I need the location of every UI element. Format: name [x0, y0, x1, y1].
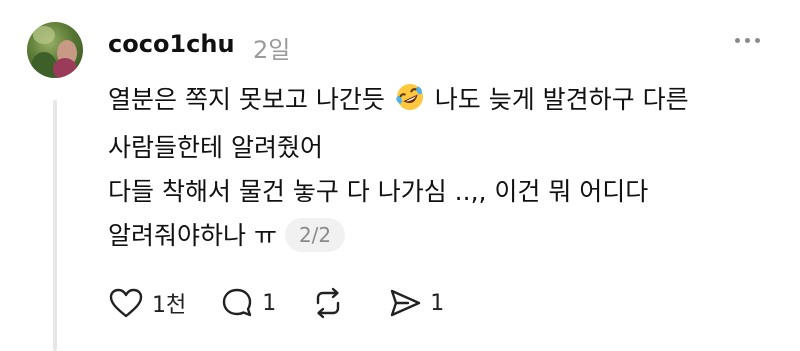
repost-icon — [310, 286, 346, 320]
more-options-icon[interactable] — [735, 38, 760, 43]
heart-icon — [108, 287, 144, 319]
reply-button[interactable]: 1 — [220, 286, 276, 320]
page-indicator: 2/2 — [284, 218, 346, 252]
comment-post: coco1chu 2일 열분은 쪽지 못보고 나간듯 나도 늦게 발견하구 다른… — [0, 0, 800, 351]
comment-icon — [220, 286, 254, 320]
share-count: 1 — [430, 290, 445, 316]
comment-line-3: 다들 착해서 물건 놓구 다 나가심 ..,, 이건 뭐 어디다 — [108, 177, 649, 206]
action-bar: 1천 1 1 — [108, 286, 478, 320]
repost-button[interactable] — [310, 286, 354, 320]
like-button[interactable]: 1천 — [108, 287, 186, 319]
comment-text-segment: 열분은 쪽지 못보고 나간듯 — [108, 85, 385, 114]
reply-count: 1 — [262, 290, 277, 316]
share-button[interactable]: 1 — [388, 287, 444, 319]
comment-line-4: 알려줘야하나 ㅠ 2/2 — [108, 214, 788, 258]
username[interactable]: coco1chu — [108, 30, 235, 58]
send-icon — [388, 287, 422, 319]
comment-line-1: 열분은 쪽지 못보고 나간듯 나도 늦게 발견하구 다른 — [108, 78, 788, 126]
comment-text: 열분은 쪽지 못보고 나간듯 나도 늦게 발견하구 다른 사람들한테 알려줬어 … — [108, 78, 788, 258]
comment-text-segment: 나도 늦게 발견하구 다른 — [434, 85, 689, 114]
timestamp: 2일 — [253, 36, 291, 64]
comment-text-segment: 알려줘야하나 ㅠ — [108, 221, 277, 250]
comment-line-2: 사람들한테 알려줬어 — [108, 133, 323, 162]
like-count: 1천 — [152, 293, 187, 318]
thread-line — [53, 100, 57, 351]
rolling-on-floor-laughing-emoji-icon — [395, 82, 425, 126]
avatar[interactable] — [27, 22, 83, 78]
